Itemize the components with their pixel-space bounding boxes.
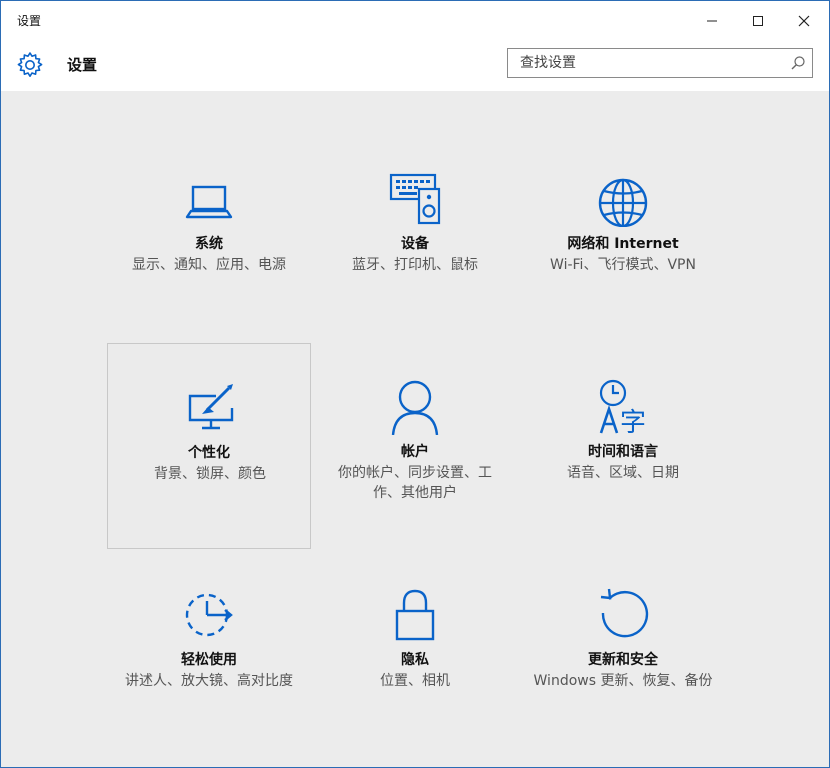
person-icon xyxy=(385,375,445,435)
close-icon xyxy=(798,15,810,27)
search-input[interactable] xyxy=(508,49,778,77)
header: 设置 xyxy=(1,41,829,91)
tile-name: 隐私 xyxy=(401,652,429,668)
tile-description: 位置、相机 xyxy=(380,673,450,689)
update-icon xyxy=(593,583,653,643)
svg-text:字: 字 xyxy=(620,408,646,435)
search-icon[interactable] xyxy=(790,55,806,71)
maximize-icon xyxy=(753,16,763,26)
settings-window: 设置 设置 系统 xyxy=(0,0,830,768)
tile-name: 设备 xyxy=(401,236,429,252)
time-language-icon: 字 xyxy=(593,375,653,435)
tile-network[interactable]: 网络和 Internet Wi-Fi、飞行模式、VPN xyxy=(521,135,725,341)
minimize-button[interactable] xyxy=(689,1,735,41)
close-button[interactable] xyxy=(781,1,827,41)
search-box[interactable] xyxy=(507,48,813,78)
tile-name: 时间和语言 xyxy=(588,444,658,460)
tile-name: 更新和安全 xyxy=(588,652,658,668)
tile-ease-of-access[interactable]: 轻松使用 讲述人、放大镜、高对比度 xyxy=(107,551,311,757)
tile-name: 网络和 Internet xyxy=(567,236,679,252)
personalization-icon xyxy=(180,376,240,436)
tile-name: 系统 xyxy=(195,236,223,252)
tile-name: 轻松使用 xyxy=(181,652,237,668)
tile-description: Windows 更新、恢复、备份 xyxy=(533,673,713,689)
laptop-icon xyxy=(179,167,239,227)
tile-accounts[interactable]: 帐户 你的帐户、同步设置、工作、其他用户 xyxy=(313,343,517,549)
tile-description: 背景、锁屏、颜色 xyxy=(154,466,266,482)
tile-time-language[interactable]: 字 时间和语言 语音、区域、日期 xyxy=(521,343,725,549)
tile-name: 个性化 xyxy=(188,445,230,461)
tile-description: 讲述人、放大镜、高对比度 xyxy=(125,673,293,689)
title-bar[interactable]: 设置 xyxy=(1,1,829,41)
tile-description: Wi-Fi、飞行模式、VPN xyxy=(550,257,696,273)
gear-icon xyxy=(17,52,43,77)
tile-name: 帐户 xyxy=(401,444,429,460)
ease-of-access-icon xyxy=(179,583,239,643)
tile-description: 蓝牙、打印机、鼠标 xyxy=(352,257,478,273)
tile-update-security[interactable]: 更新和安全 Windows 更新、恢复、备份 xyxy=(521,551,725,757)
maximize-button[interactable] xyxy=(735,1,781,41)
tile-description: 语音、区域、日期 xyxy=(567,465,679,481)
tile-description: 显示、通知、应用、电源 xyxy=(132,257,286,273)
tile-system[interactable]: 系统 显示、通知、应用、电源 xyxy=(107,135,311,341)
minimize-icon xyxy=(707,20,717,22)
globe-icon xyxy=(593,167,653,227)
page-title: 设置 xyxy=(67,56,98,74)
tile-description: 你的帐户、同步设置、工作、其他用户 xyxy=(338,465,492,501)
tile-devices[interactable]: 设备 蓝牙、打印机、鼠标 xyxy=(313,135,517,341)
tile-personalization[interactable]: 个性化 背景、锁屏、颜色 xyxy=(107,343,311,549)
tile-privacy[interactable]: 隐私 位置、相机 xyxy=(313,551,517,757)
window-title: 设置 xyxy=(17,14,42,28)
lock-icon xyxy=(385,583,445,643)
devices-icon xyxy=(385,167,445,227)
